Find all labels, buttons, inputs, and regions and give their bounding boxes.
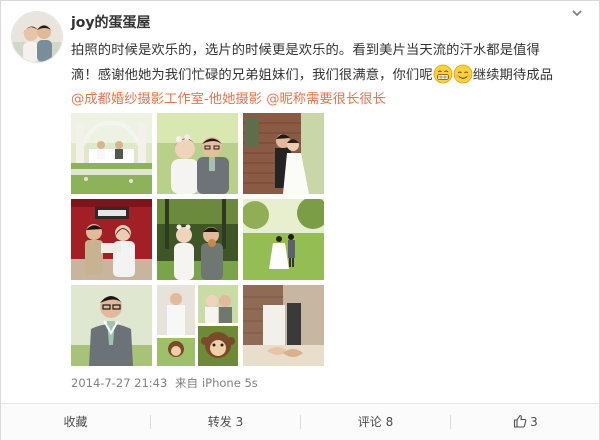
post-text-line-1: 拍照的时候是欢乐的，选片的时候更是欢乐的。看到美片当天流的汗水都是值得 xyxy=(71,43,540,58)
favorite-button[interactable]: 收藏 xyxy=(1,404,150,440)
smile-emoticon-icon xyxy=(453,64,473,84)
source-device[interactable]: iPhone 5s xyxy=(202,376,258,390)
post-text-line-2: 滴！感谢他她为我们忙碌的兄弟姐妹们，我们很满意，你们呢 继续期待成品 xyxy=(71,63,591,88)
comment-button[interactable]: 评论 8 xyxy=(301,404,450,440)
photo-1[interactable] xyxy=(71,113,152,194)
photo-2[interactable] xyxy=(157,113,238,194)
user-avatar[interactable] xyxy=(11,11,63,63)
thumbs-up-icon xyxy=(513,414,527,428)
repost-button[interactable]: 转发 3 xyxy=(151,404,300,440)
username[interactable]: joy的蛋蛋屋 xyxy=(71,12,151,32)
post-text-line-2-start: 滴！感谢他她为我们忙碌的兄弟姐妹们，我们很满意，你们呢 xyxy=(71,68,433,83)
photo-8[interactable] xyxy=(157,285,238,366)
photo-9[interactable] xyxy=(243,285,324,366)
mention-nickname-link[interactable]: @昵称需要很长很长 xyxy=(266,92,386,107)
grin-emoticon-icon xyxy=(433,64,453,84)
like-button[interactable]: 3 xyxy=(451,404,600,440)
source-prefix: 来自 xyxy=(174,376,198,390)
post-meta: 2014-7-27 21:43 来自 iPhone 5s xyxy=(71,375,262,391)
chevron-down-icon[interactable] xyxy=(571,7,583,19)
post-text-line-2-end: 继续期待成品 xyxy=(472,68,554,83)
mention-studio-link[interactable]: @成都婚纱摄影工作室-他她摄影 xyxy=(71,92,262,107)
like-count: 3 xyxy=(530,415,538,429)
photo-7[interactable] xyxy=(71,285,152,366)
photo-5[interactable] xyxy=(157,199,238,280)
weibo-post-card: joy的蛋蛋屋 拍照的时候是欢乐的，选片的时候更是欢乐的。看到美片当天流的汗水都… xyxy=(0,0,600,440)
photo-6[interactable] xyxy=(243,199,324,280)
mentions: @成都婚纱摄影工作室-他她摄影 @昵称需要很长很长 xyxy=(71,89,386,111)
post-text: 拍照的时候是欢乐的，选片的时候更是欢乐的。看到美片当天流的汗水都是值得 滴！感谢… xyxy=(71,38,591,88)
post-timestamp[interactable]: 2014-7-27 21:43 xyxy=(71,376,167,390)
action-bar: 收藏 转发 3 评论 8 3 xyxy=(1,403,599,440)
photo-4[interactable] xyxy=(71,199,152,280)
photo-3[interactable] xyxy=(243,113,324,194)
